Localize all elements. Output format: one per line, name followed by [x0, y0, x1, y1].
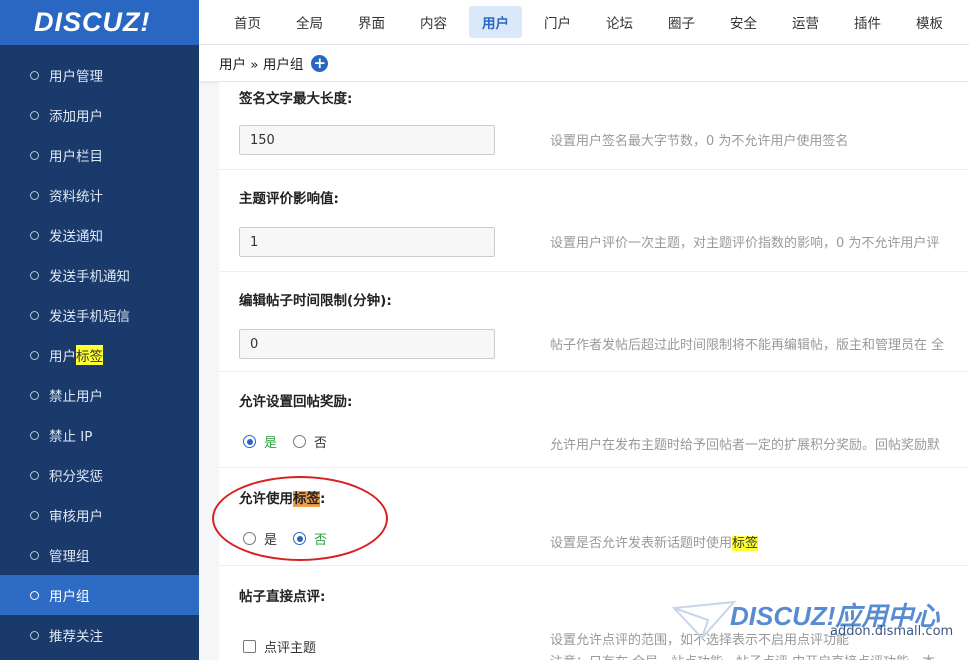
setting-title: 帖子直接点评: [239, 589, 326, 605]
sidebar-item-user-groups[interactable]: 用户组 [0, 575, 199, 615]
circle-bullet-icon [30, 630, 39, 640]
tab-home[interactable]: 首页 [221, 6, 274, 38]
setting-description: 设置用户评价一次主题，对主题评价指数的影响，0 为不允许用户评 [550, 236, 940, 251]
setting-description: 设置用户签名最大字节数，0 为不允许用户使用签名 [550, 134, 849, 149]
edit-time-input[interactable] [239, 329, 495, 359]
circle-bullet-icon [30, 190, 39, 200]
setting-thread-rating: 主题评价影响值: 设置用户评价一次主题，对主题评价指数的影响，0 为不允许用户评 [219, 170, 969, 272]
setting-description: 设置允许点评的范围，如不选择表示不启用点评功能 [550, 633, 850, 648]
setting-title: 主题评价影响值: [239, 191, 339, 207]
thread-rating-input[interactable] [239, 227, 495, 257]
radio-unchecked-icon [293, 435, 307, 448]
tab-groups[interactable]: 圈子 [655, 6, 708, 38]
comment-thread-checkbox[interactable]: 点评主题 [243, 637, 316, 656]
setting-title: 编辑帖子时间限制(分钟): [239, 293, 392, 309]
tab-portal[interactable]: 门户 [531, 6, 584, 38]
setting-allow-tags: 允许使用标签: 是 否 设置是否允许发表新话题时使用标签 [219, 468, 969, 566]
setting-description: 允许用户在发布主题时给予回帖者一定的扩展积分奖励。回帖奖励默 [550, 438, 941, 453]
circle-bullet-icon [30, 470, 39, 480]
setting-description: 帖子作者发帖后超过此时间限制将不能再编辑帖，版主和管理员在 全 [550, 338, 945, 353]
setting-direct-comment: 帖子直接点评: 点评主题 设置允许点评的范围，如不选择表示不启用点评功能 注意：… [219, 566, 969, 660]
sidebar-item-send-mobile-notice[interactable]: 发送手机通知 [0, 255, 199, 295]
sidebar-item-profile-stats[interactable]: 资料统计 [0, 175, 199, 215]
circle-bullet-icon [30, 430, 39, 440]
discuz-logo[interactable]: DISCUZ! [0, 0, 199, 45]
add-icon[interactable]: + [311, 54, 329, 72]
setting-title: 允许设置回帖奖励: [239, 394, 353, 410]
tab-global[interactable]: 全局 [283, 6, 336, 38]
sidebar-item-credits-rewards[interactable]: 积分奖惩 [0, 455, 199, 495]
setting-signature-length: 签名文字最大长度: 设置用户签名最大字节数，0 为不允许用户使用签名 [219, 82, 969, 170]
circle-bullet-icon [30, 230, 39, 240]
sidebar-item-admin-groups[interactable]: 管理组 [0, 535, 199, 575]
checkbox-icon [243, 640, 256, 653]
tab-forum[interactable]: 论坛 [593, 6, 646, 38]
reply-reward-no-radio[interactable]: 否 [293, 432, 327, 451]
sidebar-item-send-sms[interactable]: 发送手机短信 [0, 295, 199, 335]
sidebar-item-ban-ip[interactable]: 禁止 IP [0, 415, 199, 455]
tab-plugins[interactable]: 插件 [841, 6, 894, 38]
tab-operations[interactable]: 运营 [779, 6, 832, 38]
circle-bullet-icon [30, 70, 39, 80]
circle-bullet-icon [30, 590, 39, 600]
circle-bullet-icon [30, 510, 39, 520]
sidebar-item-user-tags[interactable]: 用户 标签 [0, 335, 199, 375]
breadcrumb-text: 用户 » 用户组 [219, 57, 304, 73]
radio-checked-icon [243, 435, 256, 448]
setting-title: 签名文字最大长度: [239, 91, 353, 107]
reply-reward-radio-group: 是 否 [243, 432, 343, 451]
allow-tags-radio-group: 是 否 [243, 529, 343, 548]
tab-users[interactable]: 用户 [469, 6, 522, 38]
circle-bullet-icon [30, 550, 39, 560]
circle-bullet-icon [30, 390, 39, 400]
tab-security[interactable]: 安全 [717, 6, 770, 38]
reply-reward-yes-radio[interactable]: 是 [243, 432, 277, 451]
radio-checked-icon [293, 532, 307, 545]
tab-interface[interactable]: 界面 [345, 6, 398, 38]
circle-bullet-icon [30, 110, 39, 120]
setting-edit-time-limit: 编辑帖子时间限制(分钟): 帖子作者发帖后超过此时间限制将不能再编辑帖，版主和管… [219, 272, 969, 372]
sidebar-item-ban-user[interactable]: 禁止用户 [0, 375, 199, 415]
radio-unchecked-icon [243, 532, 256, 545]
signature-length-input[interactable] [239, 125, 495, 155]
highlight-tag: 标签 [293, 491, 320, 507]
tab-templates[interactable]: 模板 [903, 6, 956, 38]
sidebar-item-moderate-users[interactable]: 审核用户 [0, 495, 199, 535]
highlight-tag: 标签 [76, 345, 103, 365]
sidebar-menu: 用户管理 添加用户 用户栏目 资料统计 发送通知 发送手机通知 发送手机短信 用… [0, 45, 199, 655]
setting-description: 设置是否允许发表新话题时使用标签 [550, 536, 759, 551]
circle-bullet-icon [30, 150, 39, 160]
settings-panel: 签名文字最大长度: 设置用户签名最大字节数，0 为不允许用户使用签名 主题评价影… [219, 82, 969, 660]
tab-tools[interactable]: 工 [965, 6, 969, 38]
breadcrumb: 用户 » 用户组 + [199, 45, 969, 82]
circle-bullet-icon [30, 310, 39, 320]
allow-tags-no-radio[interactable]: 否 [293, 529, 327, 548]
sidebar-item-recommended-follow[interactable]: 推荐关注 [0, 615, 199, 655]
circle-bullet-icon [30, 350, 39, 360]
sidebar-item-user-fields[interactable]: 用户栏目 [0, 135, 199, 175]
setting-reply-reward: 允许设置回帖奖励: 是 否 允许用户在发布主题时给予回帖者一定的扩展积分奖励。回… [219, 372, 969, 468]
setting-title: 允许使用标签: [239, 491, 326, 507]
sidebar-item-user-management[interactable]: 用户管理 [0, 55, 199, 95]
sidebar-item-send-notice[interactable]: 发送通知 [0, 215, 199, 255]
top-nav: 首页 全局 界面 内容 用户 门户 论坛 圈子 安全 运营 插件 模板 工 [199, 0, 969, 45]
allow-tags-yes-radio[interactable]: 是 [243, 529, 277, 548]
tab-content[interactable]: 内容 [407, 6, 460, 38]
setting-description-note: 注意：只有在 全局 - 站点功能 - 帖子点评 中开启直接点评功能，本 [550, 651, 935, 660]
sidebar-item-add-user[interactable]: 添加用户 [0, 95, 199, 135]
highlight-tag: 标签 [732, 536, 759, 551]
circle-bullet-icon [30, 270, 39, 280]
sidebar: DISCUZ! 用户管理 添加用户 用户栏目 资料统计 发送通知 发送手机通知 … [0, 0, 199, 660]
